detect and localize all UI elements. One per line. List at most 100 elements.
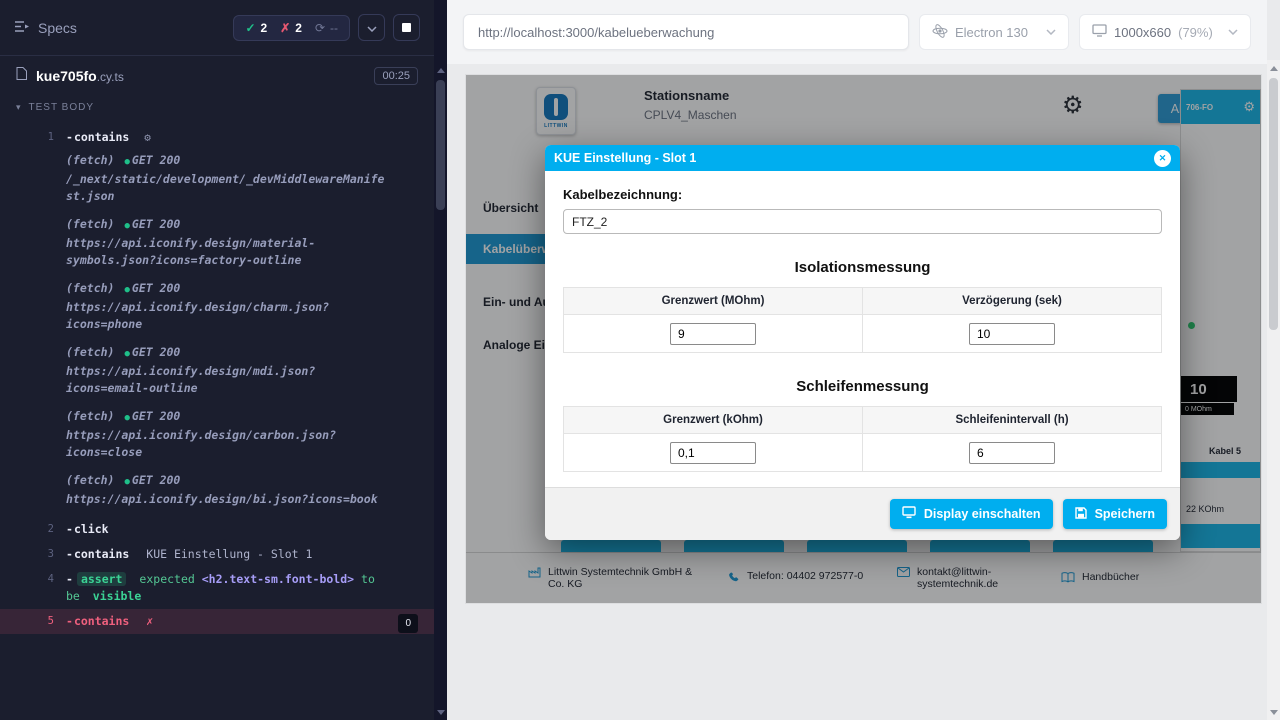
status-dot-icon: ● [124, 221, 129, 231]
fetch-label: (fetch) [66, 217, 114, 231]
stat-pending: ⟳-- [315, 21, 338, 35]
cross-icon: ✗ [280, 21, 290, 35]
fetch-label: (fetch) [66, 153, 114, 167]
modal-footer: Display einschalten Speichern [545, 487, 1180, 540]
kue-settings-modal: KUE Einstellung - Slot 1 ✕ Kabelbezeichn… [545, 145, 1180, 540]
close-icon[interactable]: ✕ [1154, 150, 1171, 167]
stop-run-button[interactable] [393, 14, 420, 41]
table-cell [564, 315, 863, 353]
verzoegerung-sek-input[interactable] [969, 323, 1055, 345]
fetch-url: https://api.iconify.design/mdi.json?icon… [66, 363, 388, 397]
test-body-label: TEST BODY [29, 102, 95, 113]
url-text: http://localhost:3000/kabelueberwachung [478, 25, 714, 40]
spec-extension: .cy.ts [97, 70, 124, 84]
command-name: click [74, 522, 109, 536]
fetch-label: (fetch) [66, 473, 114, 487]
stat-failed: ✗2 [280, 21, 302, 35]
scroll-down-icon[interactable] [434, 706, 447, 718]
fetch-log-row[interactable]: (fetch)●GET 200 https://api.iconify.desi… [0, 406, 434, 470]
command-log: 1 -contains ⚙ (fetch)●GET 200 /_next/sta… [0, 121, 434, 634]
fetch-status: GET 200 [132, 281, 180, 295]
fetch-status: GET 200 [132, 345, 180, 359]
assert-badge: assert [77, 572, 127, 586]
reporter-scrollbar[interactable] [434, 0, 447, 720]
command-contains-failed[interactable]: 5 -contains ✗ 0 [0, 609, 434, 634]
chevron-down-icon [1228, 29, 1238, 35]
fetch-label: (fetch) [66, 281, 114, 295]
fetch-log-row[interactable]: (fetch)●GET 200 https://api.iconify.desi… [0, 214, 434, 278]
stop-icon [402, 23, 411, 32]
table-cell [863, 315, 1162, 353]
isolationsmessung-title: Isolationsmessung [563, 259, 1162, 276]
command-number: 2 [30, 521, 54, 538]
check-icon: ✓ [245, 21, 255, 35]
status-dot-icon: ● [124, 285, 129, 295]
column-header: Verzögerung (sek) [863, 288, 1162, 315]
schleifenintervall-input[interactable] [969, 442, 1055, 464]
browser-name: Electron 130 [955, 25, 1028, 40]
viewport-size: 1000x660 [1114, 25, 1171, 40]
chevron-down-icon: ▾ [16, 102, 22, 113]
retry-count-badge: 0 [398, 614, 418, 633]
spec-name: kue705fo.cy.ts [36, 68, 124, 84]
table-cell [564, 434, 863, 472]
url-bar[interactable]: http://localhost:3000/kabelueberwachung [463, 14, 909, 50]
specs-button[interactable]: Specs [14, 20, 77, 36]
fetch-label: (fetch) [66, 409, 114, 423]
command-assert[interactable]: 4 -assert expected <h2.text-sm.font-bold… [0, 567, 434, 609]
table-cell [863, 434, 1162, 472]
isolationsmessung-table: Grenzwert (MOhm) Verzögerung (sek) [563, 287, 1162, 353]
chevron-down-icon [367, 19, 377, 37]
stat-passed: ✓2 [245, 21, 267, 35]
status-dot-icon: ● [124, 157, 129, 167]
chevron-down-icon [1046, 29, 1056, 35]
fetch-log-row[interactable]: (fetch)●GET 200 https://api.iconify.desi… [0, 342, 434, 406]
fetch-status: GET 200 [132, 217, 180, 231]
kabelbezeichnung-label: Kabelbezeichnung: [563, 187, 1162, 202]
viewport-zoom: (79%) [1178, 25, 1213, 40]
spec-file-icon [16, 67, 27, 85]
scroll-up-icon[interactable] [434, 64, 447, 76]
fetch-url: https://api.iconify.design/carbon.json?i… [66, 427, 388, 461]
assert-state: visible [93, 589, 141, 603]
aut-frame: LITTWIN Stationsname CPLV4_Maschen ⚙ Abm… [466, 75, 1261, 603]
status-dot-icon: ● [124, 477, 129, 487]
page-scrollbar-thumb[interactable] [1269, 78, 1278, 330]
command-number: 3 [30, 546, 54, 563]
save-floppy-icon [1075, 507, 1087, 522]
scroll-up-icon[interactable] [1267, 62, 1280, 74]
column-header: Schleifenintervall (h) [863, 407, 1162, 434]
fetch-log-row[interactable]: (fetch) ●GET 200 https://api.iconify.desi… [0, 470, 434, 517]
collapse-reporter-button[interactable] [358, 14, 385, 41]
speichern-button[interactable]: Speichern [1063, 499, 1167, 529]
column-header: Grenzwert (kOhm) [564, 407, 863, 434]
command-click[interactable]: 2 -click [0, 517, 434, 542]
viewport-select[interactable]: 1000x660 (79%) [1079, 14, 1251, 50]
scroll-down-icon[interactable] [1267, 706, 1280, 718]
fetch-status: GET 200 [132, 473, 180, 487]
spec-row[interactable]: kue705fo.cy.ts 00:25 [0, 56, 434, 94]
fetch-log-row[interactable]: (fetch)●GET 200 https://api.iconify.desi… [0, 278, 434, 342]
browser-select[interactable]: Electron 130 [919, 14, 1069, 50]
grenzwert-kohm-input[interactable] [670, 442, 756, 464]
schleifenmessung-table: Grenzwert (kOhm) Schleifenintervall (h) [563, 406, 1162, 472]
assert-target-element: <h2.text-sm.font-bold> [202, 572, 354, 586]
command-contains-1[interactable]: 1 -contains ⚙ [0, 125, 434, 150]
display-einschalten-button[interactable]: Display einschalten [890, 499, 1053, 529]
viewport-icon [1092, 24, 1107, 40]
page-scrollbar[interactable] [1267, 60, 1280, 720]
fetch-log-row[interactable]: (fetch)●GET 200 /_next/static/developmen… [0, 150, 434, 214]
test-body-toggle[interactable]: ▾ TEST BODY [0, 94, 434, 121]
command-name: contains [74, 547, 129, 561]
kabelbezeichnung-input[interactable] [563, 209, 1162, 234]
schleifenmessung-title: Schleifenmessung [563, 378, 1162, 395]
command-contains-3[interactable]: 3 -contains KUE Einstellung - Slot 1 [0, 542, 434, 567]
refresh-icon: ⟳ [315, 21, 325, 35]
command-number: 5 [30, 613, 54, 630]
grenzwert-mohm-input[interactable] [670, 323, 756, 345]
cypress-reporter: Specs ✓2 ✗2 ⟳-- kue705fo.cy.ts 00:25 ▾ T… [0, 0, 434, 720]
reporter-scrollbar-thumb[interactable] [436, 80, 445, 210]
status-dot-icon: ● [124, 413, 129, 423]
command-name: contains [74, 130, 129, 144]
fetch-url: https://api.iconify.design/bi.json?icons… [66, 491, 388, 508]
